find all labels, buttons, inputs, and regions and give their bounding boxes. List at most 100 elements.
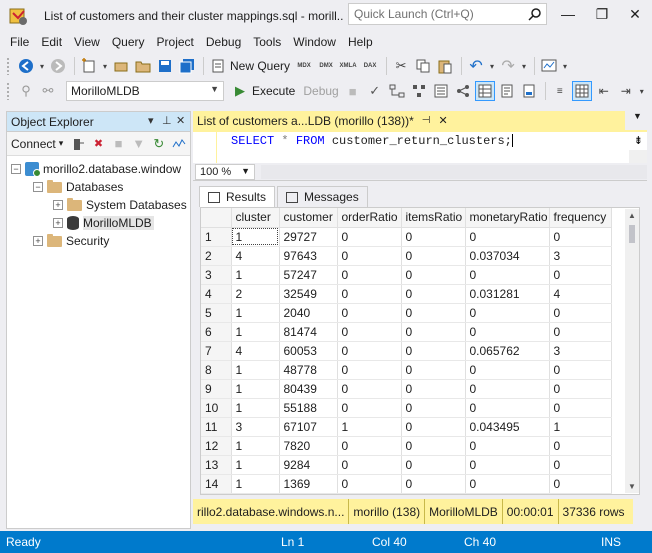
add-item-icon[interactable] bbox=[111, 56, 131, 76]
row-number-cell[interactable]: 5 bbox=[201, 303, 232, 323]
open-folder-icon[interactable] bbox=[133, 56, 153, 76]
mdx-query-icon[interactable]: MDX bbox=[294, 56, 314, 76]
row-number-cell[interactable]: 12 bbox=[201, 436, 232, 456]
scroll-up-icon[interactable]: ▲ bbox=[628, 211, 636, 220]
quick-launch-input[interactable]: Quick Launch (Ctrl+Q) bbox=[348, 3, 547, 25]
results-to-file-icon[interactable] bbox=[519, 81, 539, 101]
table-cell[interactable]: 0 bbox=[549, 379, 612, 399]
table-cell[interactable]: 4 bbox=[231, 341, 280, 361]
minimize-button[interactable]: — bbox=[551, 0, 585, 28]
results-scrollbar[interactable]: ▲ ▼ bbox=[625, 209, 639, 493]
chevron-down-icon[interactable]: ▾ bbox=[59, 138, 64, 149]
table-row[interactable]: 12 1 7820 0 0 0 0 bbox=[201, 436, 612, 456]
collapse-icon[interactable]: − bbox=[11, 164, 21, 174]
new-query-button[interactable]: New Query bbox=[230, 59, 290, 73]
table-row[interactable]: 11 3 67107 1 0 0.043495 1 bbox=[201, 417, 612, 437]
table-cell[interactable]: 0 bbox=[401, 474, 466, 494]
table-cell[interactable]: 1 bbox=[231, 436, 280, 456]
chevron-down-icon[interactable]: ▾ bbox=[561, 56, 569, 76]
connect-button[interactable]: Connect bbox=[11, 137, 56, 151]
results-to-grid-icon[interactable] bbox=[474, 81, 495, 101]
tab-list-dropdown-icon[interactable]: ▼ bbox=[633, 111, 642, 121]
table-cell[interactable]: 0 bbox=[401, 360, 466, 380]
table-cell[interactable]: 0 bbox=[401, 398, 466, 418]
expand-icon[interactable]: + bbox=[33, 236, 43, 246]
menu-project[interactable]: Project bbox=[151, 35, 200, 49]
row-number-cell[interactable]: 10 bbox=[201, 398, 232, 418]
execute-icon[interactable]: ▶ bbox=[230, 81, 250, 101]
table-cell[interactable]: 0 bbox=[401, 379, 466, 399]
save-icon[interactable] bbox=[155, 56, 175, 76]
column-header[interactable]: frequency bbox=[549, 208, 612, 228]
back-icon[interactable] bbox=[16, 56, 36, 76]
save-all-icon[interactable] bbox=[177, 56, 197, 76]
table-cell[interactable]: 1 bbox=[337, 417, 402, 437]
tree-node-databases[interactable]: − Databases bbox=[33, 178, 123, 196]
table-cell[interactable]: 0 bbox=[401, 455, 466, 475]
database-selector[interactable]: MorilloMLDB ▼ bbox=[66, 81, 224, 101]
toolbar-grip[interactable] bbox=[6, 82, 10, 100]
menu-window[interactable]: Window bbox=[287, 35, 342, 49]
table-cell[interactable]: 0 bbox=[401, 417, 466, 437]
row-number-cell[interactable]: 13 bbox=[201, 455, 232, 475]
table-cell[interactable]: 4 bbox=[549, 284, 612, 304]
zoom-select[interactable]: 100 % ▼ bbox=[195, 163, 255, 180]
table-cell[interactable]: 0.037034 bbox=[465, 246, 550, 266]
scrollbar-thumb[interactable] bbox=[629, 225, 635, 243]
menu-debug[interactable]: Debug bbox=[200, 35, 247, 49]
table-cell[interactable]: 1 bbox=[231, 322, 280, 342]
table-cell[interactable]: 3 bbox=[549, 341, 612, 361]
display-plan-icon[interactable] bbox=[409, 81, 429, 101]
row-number-cell[interactable]: 14 bbox=[201, 474, 232, 494]
filter-icon[interactable]: ▼ bbox=[130, 134, 148, 154]
chevron-down-icon[interactable]: ▾ bbox=[638, 81, 646, 101]
paste-icon[interactable] bbox=[435, 56, 455, 76]
table-cell[interactable]: 0 bbox=[465, 227, 550, 247]
disconnect-icon[interactable]: ✖ bbox=[89, 134, 107, 154]
table-cell[interactable]: 60053 bbox=[279, 341, 338, 361]
table-cell[interactable]: 0 bbox=[465, 322, 550, 342]
tree-node-server[interactable]: − morillo2.database.window bbox=[11, 160, 181, 178]
row-number-cell[interactable]: 4 bbox=[201, 284, 232, 304]
table-row[interactable]: 13 1 9284 0 0 0 0 bbox=[201, 455, 612, 475]
cut-icon[interactable]: ✂ bbox=[391, 56, 411, 76]
tree-node-security[interactable]: + Security bbox=[33, 232, 109, 250]
table-cell[interactable]: 0 bbox=[337, 322, 402, 342]
connect-icon[interactable]: ⚲ bbox=[16, 81, 36, 101]
column-header[interactable]: customer bbox=[279, 208, 338, 228]
table-cell[interactable]: 0 bbox=[337, 341, 402, 361]
chevron-down-icon[interactable]: ▾ bbox=[101, 56, 109, 76]
new-query-icon[interactable] bbox=[208, 56, 228, 76]
chevron-down-icon[interactable]: ▾ bbox=[148, 114, 154, 127]
table-cell[interactable]: 0 bbox=[465, 398, 550, 418]
table-row[interactable]: 2 4 97643 0 0 0.037034 3 bbox=[201, 246, 612, 266]
menu-edit[interactable]: Edit bbox=[35, 35, 68, 49]
table-cell[interactable]: 0 bbox=[549, 360, 612, 380]
query-tree-icon[interactable] bbox=[387, 81, 407, 101]
row-number-cell[interactable]: 7 bbox=[201, 341, 232, 361]
table-cell[interactable]: 0 bbox=[337, 436, 402, 456]
tab-messages[interactable]: Messages bbox=[277, 186, 368, 207]
table-cell[interactable]: 0 bbox=[401, 322, 466, 342]
table-cell[interactable]: 81474 bbox=[279, 322, 338, 342]
row-number-cell[interactable]: 9 bbox=[201, 379, 232, 399]
column-header[interactable]: monetaryRatio bbox=[465, 208, 550, 228]
comment-icon[interactable]: ≡ bbox=[550, 81, 570, 101]
table-cell[interactable]: 2040 bbox=[279, 303, 338, 323]
activity-monitor-icon[interactable] bbox=[170, 134, 188, 154]
table-cell[interactable]: 0 bbox=[337, 360, 402, 380]
expand-icon[interactable]: + bbox=[53, 218, 63, 228]
decrease-indent-icon[interactable]: ⇤ bbox=[594, 81, 614, 101]
table-cell[interactable]: 0 bbox=[401, 436, 466, 456]
uncomment-icon[interactable] bbox=[571, 81, 592, 101]
table-cell[interactable]: 1 bbox=[231, 455, 280, 475]
table-cell[interactable]: 0 bbox=[401, 341, 466, 361]
query-options-icon[interactable] bbox=[431, 81, 451, 101]
tree-node-system-databases[interactable]: + System Databases bbox=[53, 196, 187, 214]
table-cell[interactable]: 0 bbox=[465, 265, 550, 285]
table-cell[interactable]: 1 bbox=[231, 360, 280, 380]
debug-button[interactable]: Debug bbox=[303, 84, 338, 98]
editor-horizontal-scrollbar[interactable] bbox=[261, 164, 647, 179]
menu-tools[interactable]: Tools bbox=[247, 35, 287, 49]
table-cell[interactable]: 0 bbox=[549, 455, 612, 475]
